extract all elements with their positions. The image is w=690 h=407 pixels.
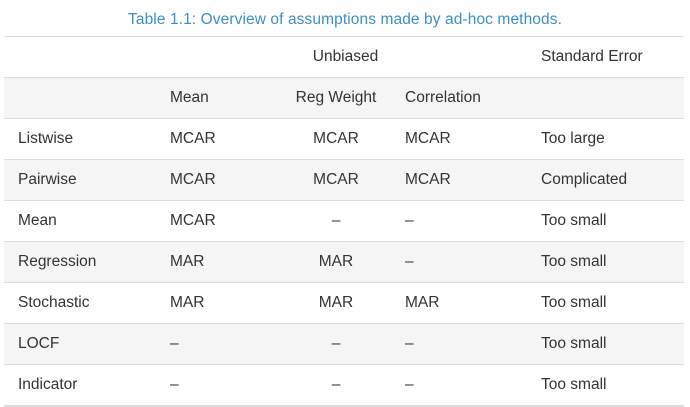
header-row-sub: Mean Reg Weight Correlation xyxy=(4,77,684,119)
correlation-cell: – xyxy=(392,241,527,283)
standard-error-cell: Too small xyxy=(527,241,684,283)
correlation-cell: MCAR xyxy=(405,130,451,147)
header-mean: Mean xyxy=(156,77,280,119)
table-row: Indicator – – – Too small xyxy=(4,364,684,406)
table-row: Pairwise MCAR MCAR MCAR Complicated xyxy=(4,159,684,201)
reg-weight-cell: MCAR xyxy=(313,130,359,147)
header-reg-weight: Reg Weight xyxy=(280,77,392,119)
correlation-cell: MCAR xyxy=(392,159,527,201)
header-correlation: Correlation xyxy=(392,77,527,119)
mean-cell: MCAR xyxy=(170,212,216,229)
assumptions-table: Unbiased Standard Error Mean Reg Weight … xyxy=(4,36,684,407)
standard-error-cell: Too small xyxy=(527,323,684,365)
reg-weight-cell: – xyxy=(280,323,392,365)
standard-error-cell: Too large xyxy=(541,130,605,147)
table-row: Regression MAR MAR – Too small xyxy=(4,241,684,283)
header-empty-cell xyxy=(4,77,156,119)
table-row: Listwise MCAR MCAR MCAR Too large xyxy=(4,118,684,160)
table-row: Stochastic MAR MAR MAR Too small xyxy=(4,282,684,324)
method-cell: Mean xyxy=(18,212,57,229)
method-cell: Stochastic xyxy=(18,294,90,311)
table-row: LOCF – – – Too small xyxy=(4,323,684,365)
header-row-group: Unbiased Standard Error xyxy=(4,36,684,78)
correlation-cell: – xyxy=(392,323,527,365)
correlation-cell: MAR xyxy=(405,294,440,311)
reg-weight-cell: MAR xyxy=(318,294,354,311)
mean-cell: MCAR xyxy=(156,159,280,201)
method-cell: Pairwise xyxy=(4,159,156,201)
correlation-cell: – xyxy=(405,212,414,229)
method-cell: Indicator xyxy=(18,376,78,393)
table-caption: Table 1.1: Overview of assumptions made … xyxy=(128,11,562,28)
mean-cell: MAR xyxy=(170,294,205,311)
header-standard-error: Standard Error xyxy=(541,48,643,65)
standard-error-cell: Too small xyxy=(541,212,607,229)
table-row: Mean MCAR – – Too small xyxy=(4,200,684,242)
reg-weight-cell: – xyxy=(331,212,341,229)
reg-weight-cell: – xyxy=(331,376,341,393)
header-empty-cell xyxy=(527,77,684,119)
standard-error-cell: Too small xyxy=(541,294,607,311)
method-cell: Listwise xyxy=(18,130,74,147)
reg-weight-cell: MAR xyxy=(280,241,392,283)
header-empty-cell xyxy=(4,37,156,78)
correlation-cell: – xyxy=(405,376,414,393)
mean-cell: – xyxy=(156,323,280,365)
standard-error-cell: Complicated xyxy=(527,159,684,201)
method-cell: Regression xyxy=(4,241,156,283)
mean-cell: MCAR xyxy=(170,130,216,147)
header-unbiased: Unbiased xyxy=(312,48,379,65)
mean-cell: – xyxy=(170,376,179,393)
reg-weight-cell: MCAR xyxy=(280,159,392,201)
standard-error-cell: Too small xyxy=(541,376,607,393)
mean-cell: MAR xyxy=(156,241,280,283)
method-cell: LOCF xyxy=(4,323,156,365)
